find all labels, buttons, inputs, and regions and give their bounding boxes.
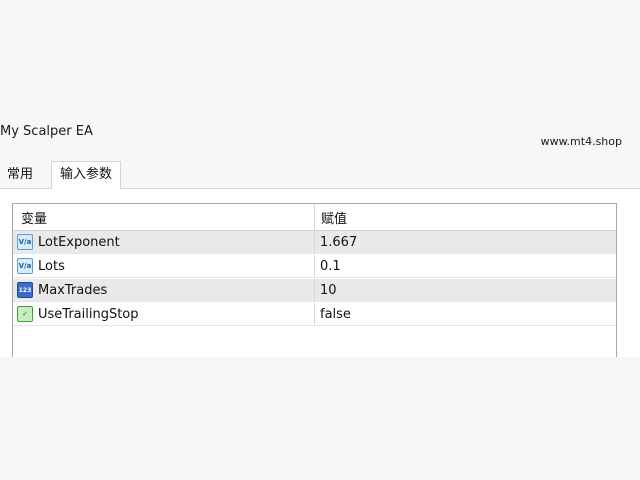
double-value-icon: V/a xyxy=(17,234,33,250)
parameter-value[interactable]: 1.667 xyxy=(315,235,616,250)
tab-input-parameters[interactable]: 输入参数 xyxy=(51,161,122,190)
tab-bar: 常用 输入参数 xyxy=(0,161,640,190)
parameter-name: Lots xyxy=(38,258,65,274)
table-row[interactable]: 123 MaxTrades 10 xyxy=(13,279,616,302)
tab-common[interactable]: 常用 xyxy=(0,164,40,189)
column-header-variable[interactable]: 变量 xyxy=(13,204,315,230)
integer-value-icon: 123 xyxy=(17,282,33,298)
parameters-table: 变量 赋值 V/a LotExponent 1.667 V/a Lots 0.1 xyxy=(12,203,617,357)
tab-panel: 变量 赋值 V/a LotExponent 1.667 V/a Lots 0.1 xyxy=(0,189,640,357)
parameter-name: MaxTrades xyxy=(38,282,108,298)
parameter-name: UseTrailingStop xyxy=(38,306,139,322)
table-row[interactable]: ✓ UseTrailingStop false xyxy=(13,303,616,326)
ea-title: My Scalper EA xyxy=(0,124,93,139)
parameter-name: LotExponent xyxy=(38,234,120,250)
table-row[interactable]: V/a LotExponent 1.667 xyxy=(13,231,616,254)
parameter-value[interactable]: 10 xyxy=(315,283,616,298)
boolean-value-icon: ✓ xyxy=(17,306,33,322)
parameter-value[interactable]: 0.1 xyxy=(315,259,616,274)
table-row[interactable]: V/a Lots 0.1 xyxy=(13,255,616,278)
table-header: 变量 赋值 xyxy=(13,204,616,231)
ea-properties-dialog: My Scalper EA www.mt4.shop 常用 输入参数 变量 赋值… xyxy=(0,0,640,480)
watermark-text: www.mt4.shop xyxy=(540,135,622,148)
parameter-value[interactable]: false xyxy=(315,307,616,322)
double-value-icon: V/a xyxy=(17,258,33,274)
column-header-value[interactable]: 赋值 xyxy=(315,208,616,227)
